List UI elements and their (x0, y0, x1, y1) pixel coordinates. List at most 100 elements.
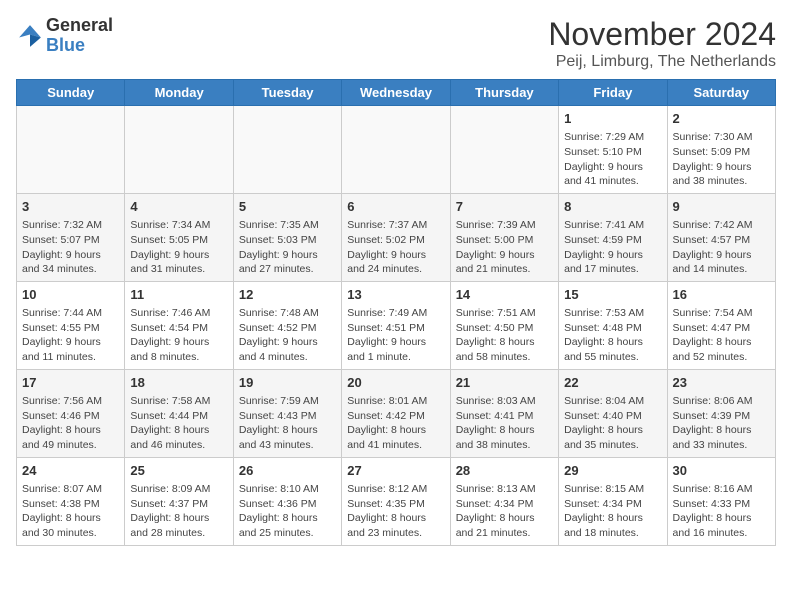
calendar-week-row: 3 Sunrise: 7:32 AMSunset: 5:07 PMDaylight… (17, 193, 776, 281)
col-header-sunday: Sunday (17, 80, 125, 106)
day-info: Sunrise: 7:29 AMSunset: 5:10 PMDaylight:… (564, 130, 661, 189)
calendar-cell: 20 Sunrise: 8:01 AMSunset: 4:42 PMDayligh… (342, 369, 450, 457)
day-info: Sunrise: 7:44 AMSunset: 4:55 PMDaylight:… (22, 306, 119, 365)
page-subtitle: Peij, Limburg, The Netherlands (548, 53, 776, 71)
day-info: Sunrise: 7:42 AMSunset: 4:57 PMDaylight:… (673, 218, 770, 277)
calendar-cell: 2 Sunrise: 7:30 AMSunset: 5:09 PMDaylight… (667, 106, 775, 194)
col-header-saturday: Saturday (667, 80, 775, 106)
day-number: 7 (456, 198, 553, 216)
calendar-cell (233, 106, 341, 194)
col-header-wednesday: Wednesday (342, 80, 450, 106)
day-info: Sunrise: 7:30 AMSunset: 5:09 PMDaylight:… (673, 130, 770, 189)
day-info: Sunrise: 7:41 AMSunset: 4:59 PMDaylight:… (564, 218, 661, 277)
col-header-thursday: Thursday (450, 80, 558, 106)
day-info: Sunrise: 8:07 AMSunset: 4:38 PMDaylight:… (22, 482, 119, 541)
day-number: 3 (22, 198, 119, 216)
day-number: 2 (673, 110, 770, 128)
day-number: 14 (456, 286, 553, 304)
day-number: 13 (347, 286, 444, 304)
calendar-week-row: 24 Sunrise: 8:07 AMSunset: 4:38 PMDayligh… (17, 457, 776, 545)
day-info: Sunrise: 8:06 AMSunset: 4:39 PMDaylight:… (673, 394, 770, 453)
logo-icon (16, 22, 44, 50)
day-number: 8 (564, 198, 661, 216)
col-header-friday: Friday (559, 80, 667, 106)
day-number: 15 (564, 286, 661, 304)
calendar-cell: 24 Sunrise: 8:07 AMSunset: 4:38 PMDayligh… (17, 457, 125, 545)
day-info: Sunrise: 7:48 AMSunset: 4:52 PMDaylight:… (239, 306, 336, 365)
day-number: 5 (239, 198, 336, 216)
calendar-cell: 11 Sunrise: 7:46 AMSunset: 4:54 PMDayligh… (125, 281, 233, 369)
calendar-cell: 13 Sunrise: 7:49 AMSunset: 4:51 PMDayligh… (342, 281, 450, 369)
day-number: 21 (456, 374, 553, 392)
calendar-cell: 18Sunrise: 7:58 AMSunset: 4:44 PMDayligh… (125, 369, 233, 457)
day-info: Sunrise: 7:53 AMSunset: 4:48 PMDaylight:… (564, 306, 661, 365)
logo: General Blue (16, 16, 113, 56)
day-number: 20 (347, 374, 444, 392)
calendar-cell: 8 Sunrise: 7:41 AMSunset: 4:59 PMDaylight… (559, 193, 667, 281)
day-number: 12 (239, 286, 336, 304)
logo-text: General Blue (46, 16, 113, 56)
day-number: 11 (130, 286, 227, 304)
calendar-cell: 15 Sunrise: 7:53 AMSunset: 4:48 PMDayligh… (559, 281, 667, 369)
calendar-header: SundayMondayTuesdayWednesdayThursdayFrid… (17, 80, 776, 106)
calendar-cell: 28 Sunrise: 8:13 AMSunset: 4:34 PMDayligh… (450, 457, 558, 545)
day-number: 19 (239, 374, 336, 392)
day-number: 23 (673, 374, 770, 392)
header-row: SundayMondayTuesdayWednesdayThursdayFrid… (17, 80, 776, 106)
calendar-cell: 22Sunrise: 8:04 AMSunset: 4:40 PMDayligh… (559, 369, 667, 457)
day-info: Sunrise: 8:16 AMSunset: 4:33 PMDaylight:… (673, 482, 770, 541)
calendar-cell: 19Sunrise: 7:59 AMSunset: 4:43 PMDayligh… (233, 369, 341, 457)
day-number: 30 (673, 462, 770, 480)
logo-line2: Blue (46, 36, 113, 56)
day-info: Sunrise: 7:34 AMSunset: 5:05 PMDaylight:… (130, 218, 227, 277)
col-header-tuesday: Tuesday (233, 80, 341, 106)
day-info: Sunrise: 8:12 AMSunset: 4:35 PMDaylight:… (347, 482, 444, 541)
calendar-cell: 17 Sunrise: 7:56 AMSunset: 4:46 PMDayligh… (17, 369, 125, 457)
day-info: Sunrise: 7:51 AMSunset: 4:50 PMDaylight:… (456, 306, 553, 365)
day-info: Sunrise: 7:56 AMSunset: 4:46 PMDaylight:… (22, 394, 119, 453)
calendar-week-row: 10 Sunrise: 7:44 AMSunset: 4:55 PMDayligh… (17, 281, 776, 369)
calendar-cell (125, 106, 233, 194)
day-info: Sunrise: 8:09 AMSunset: 4:37 PMDaylight:… (130, 482, 227, 541)
calendar-cell (450, 106, 558, 194)
calendar-cell (342, 106, 450, 194)
day-info: Sunrise: 7:32 AMSunset: 5:07 PMDaylight:… (22, 218, 119, 277)
day-number: 1 (564, 110, 661, 128)
day-info: Sunrise: 8:04 AMSunset: 4:40 PMDaylight:… (564, 394, 661, 453)
day-number: 6 (347, 198, 444, 216)
calendar-cell: 14 Sunrise: 7:51 AMSunset: 4:50 PMDayligh… (450, 281, 558, 369)
day-info: Sunrise: 7:46 AMSunset: 4:54 PMDaylight:… (130, 306, 227, 365)
day-info: Sunrise: 8:03 AMSunset: 4:41 PMDaylight:… (456, 394, 553, 453)
calendar-body: 1 Sunrise: 7:29 AMSunset: 5:10 PMDaylight… (17, 106, 776, 546)
calendar-week-row: 17 Sunrise: 7:56 AMSunset: 4:46 PMDayligh… (17, 369, 776, 457)
calendar-cell: 10 Sunrise: 7:44 AMSunset: 4:55 PMDayligh… (17, 281, 125, 369)
calendar-cell: 21 Sunrise: 8:03 AMSunset: 4:41 PMDayligh… (450, 369, 558, 457)
day-number: 10 (22, 286, 119, 304)
day-number: 28 (456, 462, 553, 480)
day-number: 24 (22, 462, 119, 480)
day-number: 26 (239, 462, 336, 480)
day-info: Sunrise: 7:49 AMSunset: 4:51 PMDaylight:… (347, 306, 444, 365)
calendar-cell: 23 Sunrise: 8:06 AMSunset: 4:39 PMDayligh… (667, 369, 775, 457)
calendar-cell: 27Sunrise: 8:12 AMSunset: 4:35 PMDayligh… (342, 457, 450, 545)
day-number: 17 (22, 374, 119, 392)
calendar-table: SundayMondayTuesdayWednesdayThursdayFrid… (16, 79, 776, 546)
page-header: General Blue November 2024 Peij, Limburg… (16, 16, 776, 71)
day-number: 25 (130, 462, 227, 480)
calendar-cell: 25 Sunrise: 8:09 AMSunset: 4:37 PMDayligh… (125, 457, 233, 545)
day-info: Sunrise: 8:15 AMSunset: 4:34 PMDaylight:… (564, 482, 661, 541)
day-info: Sunrise: 8:13 AMSunset: 4:34 PMDaylight:… (456, 482, 553, 541)
calendar-cell: 7Sunrise: 7:39 AMSunset: 5:00 PMDaylight… (450, 193, 558, 281)
day-info: Sunrise: 8:01 AMSunset: 4:42 PMDaylight:… (347, 394, 444, 453)
day-info: Sunrise: 8:10 AMSunset: 4:36 PMDaylight:… (239, 482, 336, 541)
calendar-cell: 12 Sunrise: 7:48 AMSunset: 4:52 PMDayligh… (233, 281, 341, 369)
calendar-cell: 4 Sunrise: 7:34 AMSunset: 5:05 PMDaylight… (125, 193, 233, 281)
day-number: 16 (673, 286, 770, 304)
day-number: 18 (130, 374, 227, 392)
calendar-cell: 1 Sunrise: 7:29 AMSunset: 5:10 PMDaylight… (559, 106, 667, 194)
calendar-cell: 6 Sunrise: 7:37 AMSunset: 5:02 PMDaylight… (342, 193, 450, 281)
calendar-cell: 16Sunrise: 7:54 AMSunset: 4:47 PMDayligh… (667, 281, 775, 369)
col-header-monday: Monday (125, 80, 233, 106)
day-info: Sunrise: 7:37 AMSunset: 5:02 PMDaylight:… (347, 218, 444, 277)
day-number: 4 (130, 198, 227, 216)
